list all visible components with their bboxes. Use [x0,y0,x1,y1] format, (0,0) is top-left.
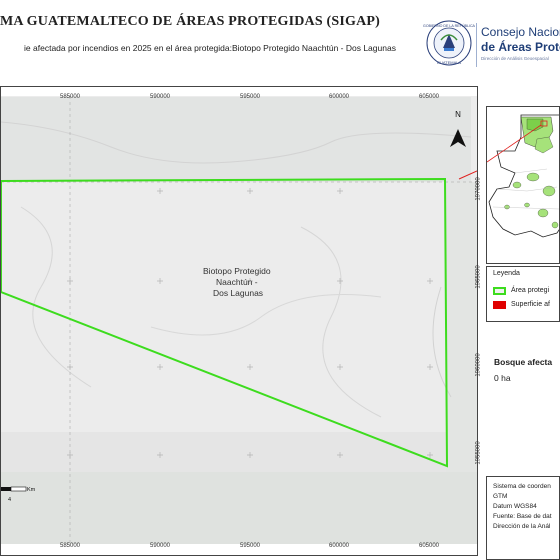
logo-line-1: Consejo Nacional [481,25,560,39]
scale-bar [1,486,27,492]
info-line: GTM [493,493,508,500]
main-map-frame[interactable]: N Biotopo Protegido Naachtún - Dos Lagun… [0,86,478,556]
info-line: Datum WGS84 [493,503,537,510]
svg-text:GOBIERNO DE LA REPÚBLICA: GOBIERNO DE LA REPÚBLICA [423,23,475,28]
x-tick-top: 590000 [150,94,171,100]
logo-separator [476,23,477,67]
logo-line-3: Dirección de Análisis Geoespacial [481,56,549,61]
y-tick: 1970000 [475,177,482,201]
map-subtitle: ie afectada por incendios en 2025 en el … [24,43,396,53]
x-tick-bottom: 585000 [60,543,81,549]
stats-panel: Bosque afecta 0 ha [486,325,560,405]
svg-text:GUATEMALA: GUATEMALA [437,60,462,65]
scale-value: 4 [8,497,11,503]
info-line: Sistema de coorden [493,483,551,490]
guatemala-seal-icon: GOBIERNO DE LA REPÚBLICA GUATEMALA [423,20,475,66]
scale-unit: Km [27,487,36,493]
map-title: MA GUATEMALTECO DE ÁREAS PROTEGIDAS (SIG… [0,14,381,29]
y-tick: 1960000 [475,353,482,377]
main-map[interactable]: N Biotopo Protegido Naachtún - Dos Lagun… [1,87,477,555]
x-tick-bottom: 605000 [419,543,440,549]
inset-map [487,107,559,263]
legend-panel: Leyenda Área protegi Superficie af [486,266,560,322]
info-panel: Sistema de coorden GTM Datum WGS84 Fuent… [486,476,560,560]
x-tick-bottom: 595000 [240,543,261,549]
x-tick-top: 605000 [419,94,440,100]
info-line: Fuente: Base de dat [493,513,552,520]
x-tick-bottom: 590000 [150,543,171,549]
legend-swatch-protected-area [493,287,506,295]
x-tick-top: 600000 [329,94,350,100]
stats-value: 0 ha [494,373,511,383]
legend-swatch-affected-area [493,301,506,309]
location-inset-map [486,106,560,264]
x-tick-top: 595000 [240,94,261,100]
y-tick: 1955000 [475,441,482,465]
x-tick-bottom: 600000 [329,543,350,549]
legend-title: Leyenda [493,270,520,277]
north-label: N [455,110,461,119]
x-tick-top: 585000 [60,94,81,100]
legend-label-protected-area: Área protegi [511,287,550,294]
stats-title: Bosque afecta [494,357,553,367]
legend-label-affected-area: Superficie af [511,301,550,308]
logo-line-2: de Áreas Protegid [481,40,560,54]
info-line: Dirección de la Anál [493,523,551,530]
y-tick: 1965000 [475,265,482,289]
